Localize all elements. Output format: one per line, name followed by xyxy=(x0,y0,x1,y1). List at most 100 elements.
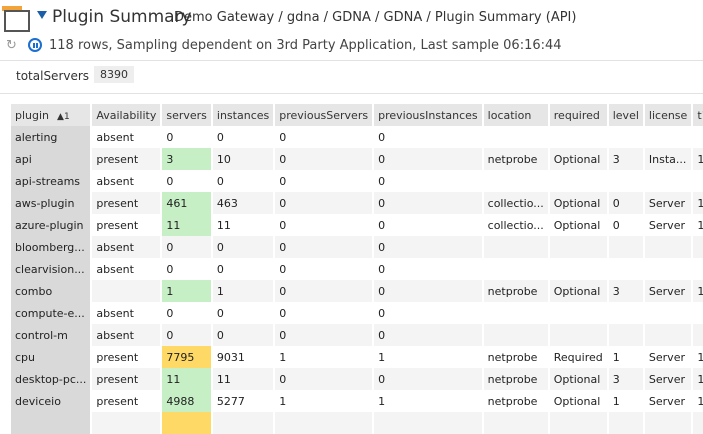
column-header-location[interactable]: location xyxy=(483,104,550,126)
dropdown-arrow-icon[interactable] xyxy=(37,11,47,19)
cell-previousinstances: 0 xyxy=(374,170,484,192)
cell-instances: 0 xyxy=(212,236,276,258)
cell-instances: 9031 xyxy=(212,346,276,368)
cell-t1: 1 xyxy=(693,346,703,368)
table-row[interactable]: api-streams absent 0 0 0 0 xyxy=(11,170,703,192)
column-header-level[interactable]: level xyxy=(608,104,645,126)
table-row[interactable] xyxy=(11,412,703,434)
cell-previousservers: 1 xyxy=(275,390,375,412)
cell-t1 xyxy=(693,170,703,192)
cell-instances: 0 xyxy=(212,258,276,280)
cell-availability: absent xyxy=(92,258,163,280)
table-row[interactable]: alerting absent 0 0 0 0 xyxy=(11,126,703,148)
cell-plugin[interactable]: deviceio xyxy=(11,390,93,412)
table-row[interactable]: desktop-pc... present 11 11 0 0 netprobe Option… xyxy=(11,368,703,390)
app-logo[interactable] xyxy=(2,4,47,34)
cell-previousinstances: 0 xyxy=(374,302,484,324)
cell-level: 3 xyxy=(608,368,645,390)
cell-plugin[interactable]: api xyxy=(11,148,93,170)
table-row[interactable]: compute-e... absent 0 0 0 0 xyxy=(11,302,703,324)
cell-previousinstances: 0 xyxy=(374,258,484,280)
column-header-servers[interactable]: servers xyxy=(162,104,213,126)
cell-level: 0 xyxy=(608,214,645,236)
cell-plugin[interactable] xyxy=(11,412,93,434)
cell-servers: 4988 xyxy=(162,390,213,412)
cell-t1: 1 xyxy=(693,192,703,214)
table-row[interactable]: control-m absent 0 0 0 0 xyxy=(11,324,703,346)
headline-label: totalServers xyxy=(16,69,90,83)
cell-servers: 11 xyxy=(162,368,213,390)
table-row[interactable]: api present 3 10 0 0 netprobe Optional 3 Insta...… xyxy=(11,148,703,170)
column-header-instances[interactable]: instances xyxy=(212,104,276,126)
cell-previousinstances xyxy=(374,412,484,434)
cell-plugin[interactable]: azure-plugin xyxy=(11,214,93,236)
cell-t1: 1 xyxy=(693,368,703,390)
table-row[interactable]: cpu present 7795 9031 1 1 netprobe Required 1 Ser… xyxy=(11,346,703,368)
cell-previousinstances: 0 xyxy=(374,280,484,302)
cell-servers: 0 xyxy=(162,258,213,280)
breadcrumb: Demo Gateway / gdna / GDNA / GDNA / Plug… xyxy=(174,10,577,25)
cell-previousinstances: 1 xyxy=(374,390,484,412)
cell-license: Insta... xyxy=(644,148,694,170)
cell-plugin[interactable]: api-streams xyxy=(11,170,93,192)
cell-plugin[interactable]: cpu xyxy=(11,346,93,368)
cell-t1 xyxy=(693,324,703,346)
table-row[interactable]: bloomberg... absent 0 0 0 0 xyxy=(11,236,703,258)
column-header-plugin[interactable]: plugin ▲1 xyxy=(11,104,93,126)
cell-location: netprobe xyxy=(483,148,550,170)
cell-required: Optional xyxy=(549,148,609,170)
table-row[interactable]: azure-plugin present 11 11 0 0 collectio... Opt… xyxy=(11,214,703,236)
cell-level xyxy=(608,236,645,258)
table-row[interactable]: clearvision... absent 0 0 0 0 xyxy=(11,258,703,280)
cell-location xyxy=(483,236,550,258)
cell-plugin[interactable]: combo xyxy=(11,280,93,302)
cell-location: netprobe xyxy=(483,280,550,302)
cell-servers: 1 xyxy=(162,280,213,302)
cell-previousinstances: 0 xyxy=(374,214,484,236)
cell-instances: 5277 xyxy=(212,390,276,412)
pause-icon[interactable] xyxy=(28,38,42,52)
cell-availability: absent xyxy=(92,236,163,258)
cell-level xyxy=(608,170,645,192)
cell-location xyxy=(483,302,550,324)
column-header-license[interactable]: license xyxy=(644,104,694,126)
sort-ascending-icon[interactable]: ▲1 xyxy=(57,112,70,122)
cell-plugin[interactable]: control-m xyxy=(11,324,93,346)
cell-availability: present xyxy=(92,346,163,368)
cell-plugin[interactable]: alerting xyxy=(11,126,93,148)
cell-previousinstances: 0 xyxy=(374,192,484,214)
cell-availability: absent xyxy=(92,170,163,192)
title-bar: Plugin Summary Demo Gateway / gdna / GDN… xyxy=(0,0,703,36)
cell-required xyxy=(549,126,609,148)
column-header-required[interactable]: required xyxy=(549,104,609,126)
cell-level: 0 xyxy=(608,192,645,214)
cell-plugin[interactable]: aws-plugin xyxy=(11,192,93,214)
cell-availability: absent xyxy=(92,302,163,324)
cell-plugin[interactable]: bloomberg... xyxy=(11,236,93,258)
cell-required xyxy=(549,324,609,346)
cell-license xyxy=(644,324,694,346)
cell-previousservers: 0 xyxy=(275,324,375,346)
table-row[interactable]: combo1100netprobeOptional3Server1 xyxy=(11,280,703,302)
cell-plugin[interactable]: compute-e... xyxy=(11,302,93,324)
cell-level: 3 xyxy=(608,148,645,170)
cell-previousservers: 1 xyxy=(275,346,375,368)
cell-license: Server xyxy=(644,214,694,236)
cell-previousinstances: 1 xyxy=(374,346,484,368)
column-header-previousservers[interactable]: previousServers xyxy=(275,104,375,126)
cell-previousinstances: 0 xyxy=(374,148,484,170)
cell-location xyxy=(483,412,550,434)
cell-level: 1 xyxy=(608,346,645,368)
cell-plugin[interactable]: clearvision... xyxy=(11,258,93,280)
column-header-previousinstances[interactable]: previousInstances xyxy=(374,104,484,126)
table-row[interactable]: aws-plugin present 461 463 0 0 collectio... Opt… xyxy=(11,192,703,214)
cell-plugin[interactable]: desktop-pc... xyxy=(11,368,93,390)
cell-t1 xyxy=(693,236,703,258)
cell-availability xyxy=(92,280,163,302)
column-header-t1[interactable]: t1 xyxy=(693,104,703,126)
cell-instances xyxy=(212,412,276,434)
refresh-icon[interactable]: ↻ xyxy=(6,38,17,53)
cell-servers: 461 xyxy=(162,192,213,214)
column-header-availability[interactable]: Availability xyxy=(92,104,163,126)
table-row[interactable]: deviceio present 4988 5277 1 1 netprobe Optiona… xyxy=(11,390,703,412)
